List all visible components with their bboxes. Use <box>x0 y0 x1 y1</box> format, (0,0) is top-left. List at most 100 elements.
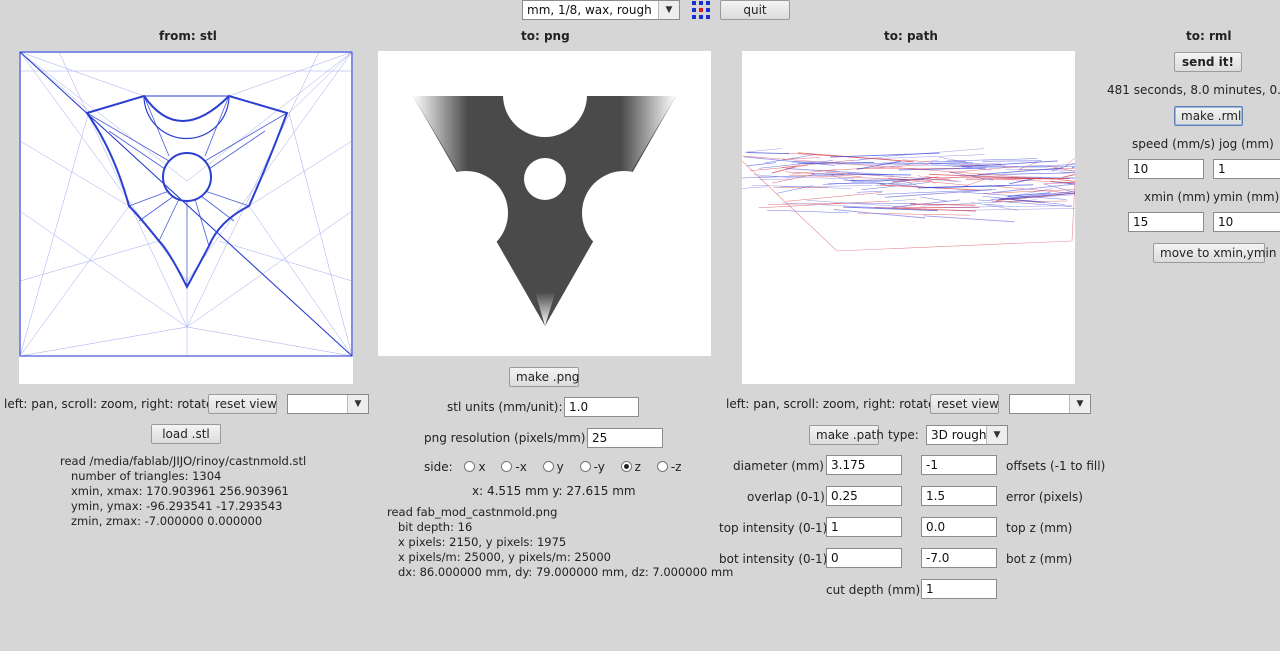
top-intensity-input[interactable]: 1 <box>826 517 902 537</box>
toolpath-segment <box>833 209 926 219</box>
toolpath-segment <box>949 166 1018 173</box>
jog-label: jog (mm) <box>1219 137 1274 151</box>
toolpath-segment <box>856 191 883 193</box>
path-type-value: 3D rough <box>931 428 987 442</box>
stl-reset-view-button[interactable]: reset view <box>208 394 277 414</box>
ymin-label: ymin (mm) <box>1213 190 1280 204</box>
path-type-select[interactable]: 3D rough ▼ <box>926 425 1008 445</box>
cut-depth-input[interactable]: 1 <box>921 579 997 599</box>
toolpath-segment <box>743 156 836 166</box>
toolpath-segment <box>942 205 1073 208</box>
radio-icon <box>501 461 513 472</box>
xmin-input[interactable]: 15 <box>1128 212 1204 232</box>
png-viewport <box>378 51 711 356</box>
toolpath-segment <box>893 206 980 209</box>
side-option-x[interactable]: x <box>464 460 486 474</box>
side-selector: side: x -x y -y z -z <box>424 460 693 474</box>
overlap-input[interactable]: 0.25 <box>826 486 902 506</box>
stl-units-label: stl units (mm/unit): <box>447 400 563 414</box>
toolpath-segment <box>920 196 947 202</box>
top-z-label: top z (mm) <box>1006 521 1073 535</box>
png-resolution-input[interactable]: 25 <box>587 428 663 448</box>
bot-z-input[interactable]: -7.0 <box>921 548 997 568</box>
diameter-label: diameter (mm) <box>733 459 824 473</box>
error-label: error (pixels) <box>1006 490 1083 504</box>
chevron-down-icon: ▼ <box>1069 395 1090 413</box>
stl-viewport[interactable] <box>19 51 353 384</box>
top-intensity-label: top intensity (0-1) <box>719 521 828 535</box>
side-option-y[interactable]: y <box>542 460 564 474</box>
path-view-hint: left: pan, scroll: zoom, right: rotate <box>726 397 936 411</box>
toolpath-segment <box>783 157 820 160</box>
png-coords: x: 4.515 mm y: 27.615 mm <box>472 484 636 498</box>
radio-icon <box>579 461 591 472</box>
bot-intensity-input[interactable]: 0 <box>826 548 902 568</box>
side-label: side: <box>424 460 453 474</box>
toolpath-segment <box>744 148 782 153</box>
make-png-button[interactable]: make .png <box>509 367 579 387</box>
preset-select[interactable]: mm, 1/8, wax, rough ▼ <box>522 0 680 20</box>
stl-view-hint: left: pan, scroll: zoom, right: rotate <box>4 397 214 411</box>
side-option-z[interactable]: z <box>620 460 641 474</box>
toolpath-segment <box>951 208 1076 211</box>
toolpath-segment <box>923 215 1015 223</box>
load-stl-button[interactable]: load .stl <box>151 424 221 444</box>
jog-input[interactable]: 1 <box>1213 159 1280 179</box>
move-to-xmin-ymin-button[interactable]: move to xmin,ymin <box>1153 243 1276 263</box>
png-info-text: read fab_mod_castnmold.png bit depth: 16… <box>387 505 734 579</box>
rml-header: to: rml <box>1186 29 1232 43</box>
make-rml-button[interactable]: make .rml <box>1174 106 1243 126</box>
toolpath-segment <box>910 203 976 206</box>
chevron-down-icon: ▼ <box>658 1 679 19</box>
path-header: to: path <box>884 29 938 43</box>
toolpath-segment <box>926 184 1034 188</box>
make-path-button[interactable]: make .path <box>809 425 884 445</box>
top-z-input[interactable]: 0.0 <box>921 517 997 537</box>
xmin-label: xmin (mm) <box>1144 190 1211 204</box>
path-view-select[interactable]: ▼ <box>1009 394 1091 414</box>
chevron-down-icon: ▼ <box>347 395 368 413</box>
bot-z-label: bot z (mm) <box>1006 552 1073 566</box>
path-type-label: type: <box>888 428 919 442</box>
png-header: to: png <box>521 29 570 43</box>
stl-view-select[interactable]: ▼ <box>287 394 369 414</box>
toolpath-segment <box>742 186 768 189</box>
quit-button[interactable]: quit <box>720 0 790 20</box>
stl-header: from: stl <box>159 29 217 43</box>
path-reset-view-button[interactable]: reset view <box>930 394 999 414</box>
toolpath-segment <box>892 198 917 202</box>
cut-depth-label: cut depth (mm) <box>826 583 921 597</box>
toolpath-segment <box>811 173 912 176</box>
preset-select-value: mm, 1/8, wax, rough <box>527 3 652 17</box>
toolpath-segment <box>746 152 789 155</box>
error-input[interactable]: 1.5 <box>921 486 997 506</box>
radio-icon <box>656 461 668 472</box>
speed-label: speed (mm/s) <box>1132 137 1216 151</box>
toolpath-segment <box>780 185 873 188</box>
toolpath-segment <box>746 162 777 167</box>
side-option-neg-z[interactable]: -z <box>656 460 681 474</box>
png-resolution-label: png resolution (pixels/mm): <box>424 431 590 445</box>
path-viewport[interactable] <box>741 51 1076 384</box>
ymin-input[interactable]: 10 <box>1213 212 1280 232</box>
offsets-input[interactable]: -1 <box>921 455 997 475</box>
toolpath-segment <box>1062 174 1076 178</box>
radio-icon <box>464 461 476 472</box>
stl-units-input[interactable]: 1.0 <box>564 397 639 417</box>
radio-icon <box>542 461 554 472</box>
bot-intensity-label: bot intensity (0-1) <box>719 552 828 566</box>
time-estimate: 481 seconds, 8.0 minutes, 0.13 h <box>1107 83 1280 97</box>
diameter-input[interactable]: 3.175 <box>826 455 902 475</box>
toolpath-segment <box>894 148 985 157</box>
toolpath-segment <box>965 178 1070 180</box>
offsets-label: offsets (-1 to fill) <box>1006 459 1106 473</box>
toolpath-segment <box>767 209 849 214</box>
side-option-neg-x[interactable]: -x <box>501 460 527 474</box>
send-it-button[interactable]: send it! <box>1174 52 1242 72</box>
side-option-neg-y[interactable]: -y <box>579 460 605 474</box>
toolpath-segment <box>818 164 929 172</box>
toolpath-segment <box>891 199 960 208</box>
speed-input[interactable]: 10 <box>1128 159 1204 179</box>
radio-selected-icon <box>620 461 632 472</box>
toolpath-segment <box>786 192 882 202</box>
